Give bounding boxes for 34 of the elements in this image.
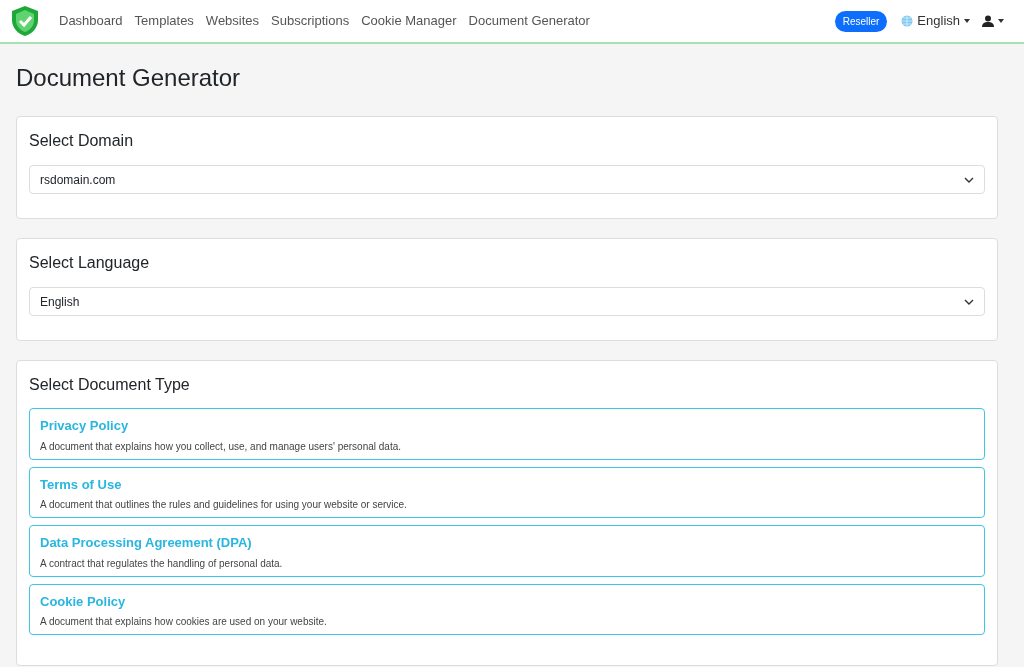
- card-title: Select Domain: [29, 131, 135, 151]
- chevron-down-icon: [964, 176, 974, 183]
- option-description: A document that explains how cookies are used on your website.: [40, 615, 328, 629]
- nav-link[interactable]: Cookie Manager: [361, 11, 457, 31]
- option-description: A document that outlines the rules and guidelines for using your website or service.: [40, 498, 408, 512]
- option-description: A document that explains how you collect, use, and manage users' personal data.: [40, 439, 403, 454]
- caret-icon: [998, 19, 1004, 23]
- document-type-option[interactable]: Privacy Policy A document that explains how you collect, use, and manage users' personal data.: [29, 408, 985, 460]
- caret-icon: [964, 19, 970, 23]
- document-type-option[interactable]: Data Processing Agreement (DPA) A contract that regulates the handling of personal data.: [29, 525, 985, 577]
- domain-select[interactable]: rsdomain.com: [29, 165, 985, 194]
- card-title: Select Language: [29, 253, 151, 273]
- document-type-option[interactable]: Cookie Policy A document that explains how cookies are used on your website.: [29, 583, 985, 635]
- nav-link[interactable]: Websites: [205, 11, 260, 31]
- option-title: Privacy Policy: [40, 417, 130, 435]
- document-type-option[interactable]: Terms of Use A document that outlines the rules and guidelines for using your website or service.: [29, 466, 985, 518]
- language-dropdown[interactable]: English: [901, 11, 970, 31]
- card-title: Select Document Type: [29, 375, 191, 395]
- nav-link[interactable]: Dashboard: [59, 11, 123, 31]
- globe-icon: [901, 15, 914, 27]
- language-select[interactable]: English: [29, 287, 985, 316]
- nav-link[interactable]: Templates: [134, 11, 194, 31]
- option-title: Data Processing Agreement (DPA): [40, 534, 253, 552]
- chevron-down-icon: [964, 298, 974, 305]
- page-title: Document Generator: [16, 63, 242, 93]
- nav-link[interactable]: Subscriptions: [271, 11, 350, 31]
- option-title: Terms of Use: [40, 475, 123, 494]
- option-description: A contract that regulates the handling of personal data.: [40, 556, 284, 571]
- user-menu[interactable]: [982, 15, 1004, 27]
- shield-logo-icon[interactable]: [10, 5, 40, 37]
- reseller-badge: Reseller: [834, 10, 888, 32]
- nav-link[interactable]: Document Generator: [468, 11, 590, 31]
- option-title: Cookie Policy: [40, 592, 127, 611]
- user-icon: [982, 15, 994, 27]
